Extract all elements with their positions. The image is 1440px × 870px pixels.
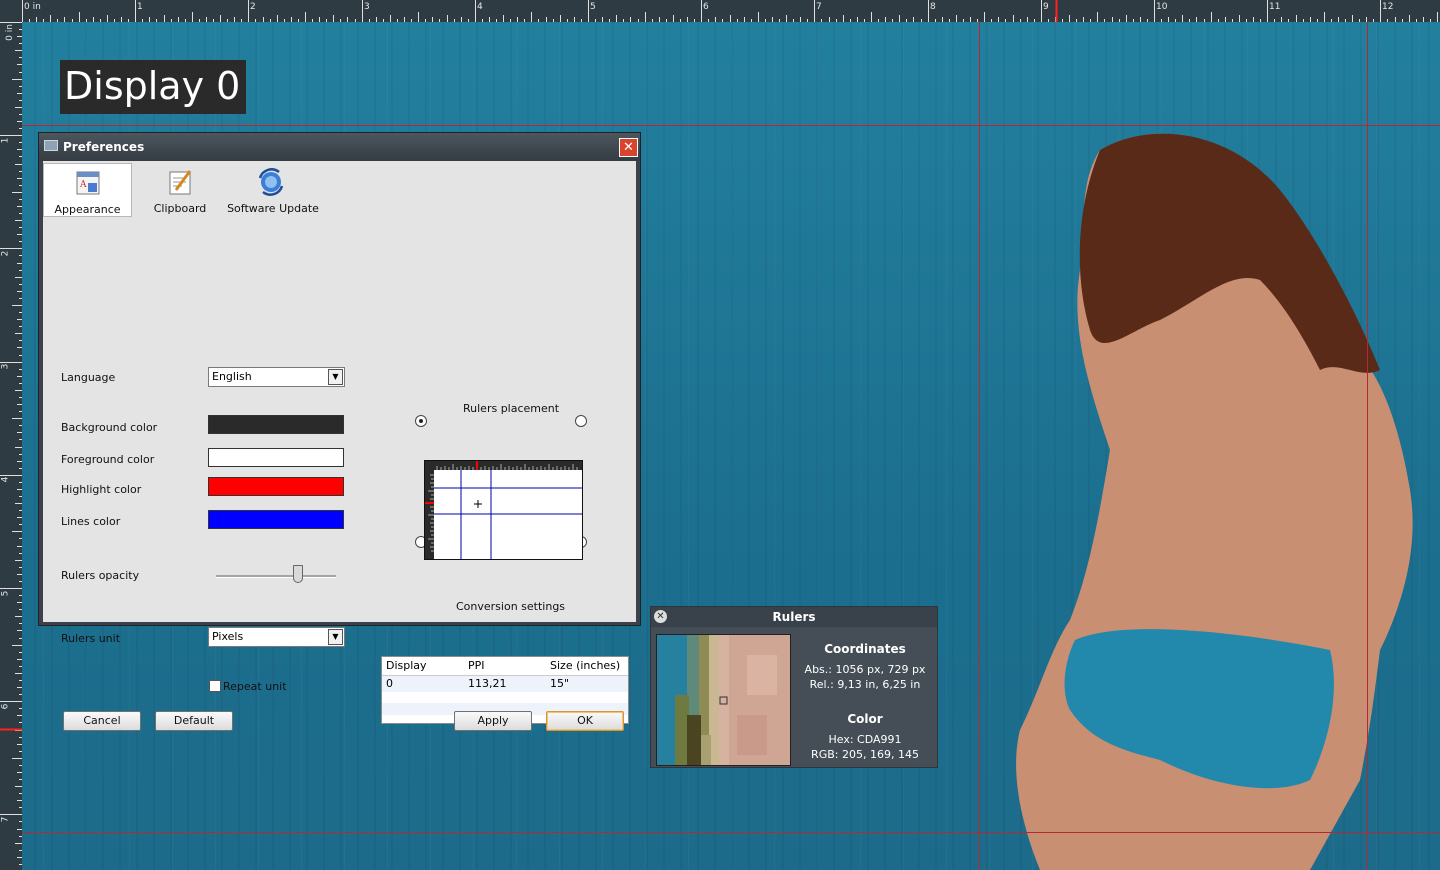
language-value: English <box>212 370 252 383</box>
background-figure <box>1016 133 1413 870</box>
default-button[interactable]: Default <box>155 711 233 731</box>
ruler-label: 6 <box>0 703 11 710</box>
guide-line-horizontal[interactable] <box>22 125 1440 126</box>
software-update-icon <box>258 168 284 196</box>
repeat-unit-checkbox[interactable] <box>209 680 221 692</box>
ppi-cell[interactable]: 113,21 <box>468 677 507 690</box>
ruler-label: 10 <box>1156 2 1168 12</box>
rulers-panel-title-text: Rulers <box>772 610 816 624</box>
tab-software-update[interactable]: Software Update <box>225 163 321 217</box>
ruler-label: 7 <box>816 2 822 12</box>
close-icon: ✕ <box>656 611 665 622</box>
ruler-label: 8 <box>930 2 936 12</box>
apply-button[interactable]: Apply <box>454 711 532 731</box>
tab-label: Software Update <box>227 202 319 215</box>
conversion-settings-label: Conversion settings <box>456 600 566 613</box>
tab-label: Clipboard <box>153 202 207 215</box>
rulers-placement-preview <box>424 460 583 560</box>
repeat-unit-label: Repeat unit <box>223 680 287 693</box>
background-color-swatch[interactable] <box>208 415 344 434</box>
tab-appearance[interactable]: A Appearance <box>43 163 132 217</box>
ruler-label: 1 <box>137 2 143 12</box>
language-label: Language <box>61 371 116 384</box>
absolute-coordinates: Abs.: 1056 px, 729 px <box>804 663 926 676</box>
foreground-color-swatch[interactable] <box>208 448 344 467</box>
color-title: Color <box>847 712 883 726</box>
ruler-label: 2 <box>0 250 11 257</box>
ruler-label: 5 <box>0 590 11 597</box>
lines-color-swatch[interactable] <box>208 510 344 529</box>
ruler-label: 4 <box>0 476 11 483</box>
tab-clipboard[interactable]: Clipboard <box>139 163 221 217</box>
ruler-label: 1 <box>0 137 11 144</box>
clipboard-icon <box>169 170 192 195</box>
rulers-unit-value: Pixels <box>212 630 244 643</box>
ok-button[interactable]: OK <box>546 711 624 731</box>
lines-color-label: Lines color <box>61 515 121 528</box>
preferences-title: Preferences <box>63 140 145 154</box>
left-ruler[interactable]: 0 in 1 2 3 4 5 6 7 <box>0 22 22 870</box>
color-rgb: RGB: 205, 169, 145 <box>811 748 919 761</box>
preferences-window: Preferences ✕ A Appearance Clipboard Sof… <box>38 132 641 731</box>
rulers-opacity-slider[interactable] <box>216 575 336 578</box>
display-cell: 0 <box>386 677 393 690</box>
window-icon <box>44 140 58 151</box>
magnifier-pixels <box>657 635 790 765</box>
preview-graphic <box>425 461 582 559</box>
column-header: Display <box>386 659 427 672</box>
ruler-label: 4 <box>477 2 483 12</box>
ruler-label: 7 <box>0 816 11 823</box>
close-icon: ✕ <box>623 140 634 155</box>
ruler-label: 0 in <box>4 24 15 41</box>
column-header: Size (inches) <box>550 659 621 672</box>
cancel-button[interactable]: Cancel <box>63 711 141 731</box>
tab-label: Appearance <box>54 203 121 216</box>
column-header: PPI <box>468 659 485 672</box>
rulers-info-panel: Rulers ✕ Coordinates Abs.: 1056 px, 729 … <box>650 606 938 768</box>
appearance-icon: A <box>76 171 100 195</box>
preferences-body: A Appearance Clipboard Software Update L… <box>43 161 636 731</box>
chevron-down-icon: ▼ <box>328 629 343 645</box>
magnifier-view <box>656 634 791 766</box>
highlight-color-swatch[interactable] <box>208 477 344 496</box>
language-select[interactable]: English ▼ <box>208 367 345 387</box>
rulers-opacity-slider-thumb[interactable] <box>292 565 303 583</box>
table-row[interactable]: 0 113,21 15" <box>382 676 628 692</box>
ruler-label: 11 <box>1269 2 1281 12</box>
coordinates-title: Coordinates <box>824 642 906 656</box>
table-header: Display PPI Size (inches) <box>382 657 628 676</box>
foreground-color-label: Foreground color <box>61 453 155 466</box>
chevron-down-icon: ▼ <box>328 369 343 385</box>
ruler-label: 3 <box>0 363 11 370</box>
size-cell[interactable]: 15" <box>550 677 569 690</box>
ruler-label: 5 <box>590 2 596 12</box>
ruler-label: 3 <box>364 2 370 12</box>
table-row-empty <box>382 693 628 703</box>
ruler-label: 2 <box>250 2 256 12</box>
rulers-placement-label: Rulers placement <box>463 402 560 415</box>
guide-line-vertical[interactable] <box>1367 22 1368 870</box>
ruler-label: 9 <box>1043 2 1049 12</box>
rulers-opacity-label: Rulers opacity <box>61 569 140 582</box>
relative-coordinates: Rel.: 9,13 in, 6,25 in <box>809 678 921 691</box>
display-label: Display 0 <box>60 60 247 114</box>
panel-close-button[interactable]: ✕ <box>654 610 667 623</box>
ruler-label: 6 <box>703 2 709 12</box>
rulers-unit-label: Rulers unit <box>61 632 121 645</box>
svg-text:A: A <box>79 180 87 190</box>
top-ruler[interactable]: 0 in 1 2 3 4 5 6 7 8 9 10 11 12 <box>0 0 1440 22</box>
placement-radio-top-right[interactable] <box>575 415 587 427</box>
highlight-color-label: Highlight color <box>61 483 142 496</box>
rulers-panel-title[interactable]: Rulers ✕ <box>651 607 937 627</box>
ruler-label: 0 in <box>24 2 41 12</box>
color-hex: Hex: CDA991 <box>828 733 902 746</box>
placement-radio-top-left[interactable] <box>415 415 427 427</box>
rulers-unit-select[interactable]: Pixels ▼ <box>208 627 345 647</box>
close-button[interactable]: ✕ <box>619 138 638 157</box>
guide-line-horizontal[interactable] <box>22 832 1440 833</box>
preferences-title-bar[interactable]: Preferences ✕ <box>39 133 640 161</box>
background-color-label: Background color <box>61 421 158 434</box>
guide-line-vertical[interactable] <box>979 22 980 870</box>
ruler-label: 12 <box>1382 2 1394 12</box>
